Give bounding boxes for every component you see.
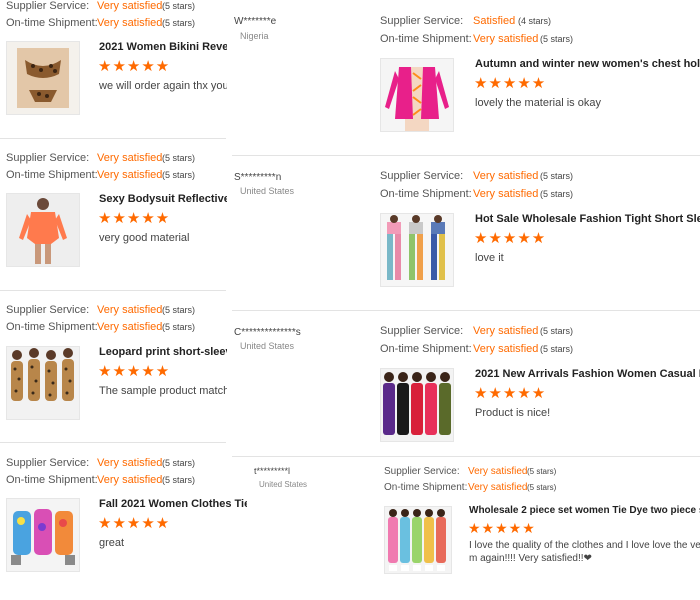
supplier-service-rating: Very satisfied [97,304,163,316]
supplier-service-rating: Very satisfied [97,457,163,469]
supplier-service-rating: Satisfied [473,15,516,27]
review-comment: I love the quality of the clothes and I … [469,540,700,551]
on-time-shipment-label: On-time Shipment: [6,169,98,181]
review-comment: we will order again thx you [99,80,227,92]
on-time-shipment-rating: Very satisfied [473,343,539,355]
supplier-service-label: Supplier Service: [6,457,90,469]
review-comment: lovely the material is okay [475,97,601,109]
reviewer-name: S*********n [234,172,282,183]
star-icon: ★★★★★ [98,515,171,532]
supplier-service-stars: (5 stars) [162,1,196,11]
on-time-shipment-label: On-time Shipment: [380,188,472,200]
star-icon: ★★★★★ [468,520,536,536]
reviewer-country: United States [259,480,308,489]
supplier-service-rating: Very satisfied [97,0,163,12]
star-icon: ★★★★★ [474,75,547,92]
product-title-link[interactable]: Leopard print short-sleeved d [99,346,227,358]
star-icon: ★★★★★ [474,385,547,402]
reviewer-name: t*********l [254,466,291,476]
review-divider [232,456,700,457]
on-time-shipment-label: On-time Shipment: [6,17,98,29]
star-icon: ★★★★★ [474,230,547,247]
supplier-service-rating: Very satisfied [468,466,528,477]
review-divider [0,442,226,443]
review-comment: The sample product matched [99,385,227,397]
product-thumbnail[interactable] [6,498,80,572]
supplier-service-label: Supplier Service: [380,170,464,182]
on-time-shipment-label: On-time Shipment: [6,321,98,333]
review-comment: love it [475,252,504,264]
on-time-shipment-label: On-time Shipment: [380,343,472,355]
on-time-shipment-stars: (5 stars) [540,34,574,44]
on-time-shipment-label: On-time Shipment: [380,33,472,45]
reviewer-name: W*******e [234,16,277,27]
on-time-shipment-label: On-time Shipment: [384,482,468,493]
supplier-service-label: Supplier Service: [384,466,460,477]
review-comment: great [99,537,125,549]
product-title-link[interactable]: 2021 New Arrivals Fashion Women Casual F… [475,368,700,380]
review-comment: very good material [99,232,190,244]
review-comment-continued: m again!!!! Very satisfied!!❤ [469,553,592,564]
on-time-shipment-stars: (5 stars) [162,475,196,485]
reviewer-country: Nigeria [240,31,269,41]
product-thumbnail[interactable] [6,41,80,115]
reviewer-name: C**************s [234,327,301,338]
product-title-link[interactable]: Fall 2021 Women Clothes Tie Dye [99,498,247,510]
on-time-shipment-stars: (5 stars) [540,189,574,199]
on-time-shipment-stars: (5 stars) [162,170,196,180]
star-icon: ★★★★★ [98,363,171,380]
review-divider [0,138,226,139]
supplier-service-stars: (5 stars) [162,458,196,468]
on-time-shipment-stars: (5 stars) [162,322,196,332]
product-thumbnail[interactable] [384,506,452,574]
on-time-shipment-stars: (5 stars) [540,344,574,354]
review-divider [232,155,700,156]
product-thumbnail[interactable] [380,213,454,287]
supplier-service-stars: (5 stars) [162,305,196,315]
product-thumbnail[interactable] [6,346,80,420]
on-time-shipment-label: On-time Shipment: [6,474,98,486]
product-title-link[interactable]: Wholesale 2 piece set women Tie Dye two … [469,505,700,516]
supplier-service-stars: (5 stars) [527,467,557,476]
supplier-service-label: Supplier Service: [6,304,90,316]
on-time-shipment-rating: Very satisfied [97,169,163,181]
on-time-shipment-rating: Very satisfied [97,474,163,486]
review-divider [0,290,226,291]
on-time-shipment-stars: (5 stars) [162,18,196,28]
reviewer-country: United States [240,186,295,196]
product-title-link[interactable]: Sexy Bodysuit Reflective Lett [99,193,227,205]
supplier-service-stars: (5 stars) [540,171,574,181]
product-thumbnail[interactable] [6,193,80,267]
product-title-link[interactable]: 2021 Women Bikini Reversible [99,41,227,53]
star-icon: ★★★★★ [98,210,171,227]
on-time-shipment-rating: Very satisfied [473,188,539,200]
product-thumbnail[interactable] [380,58,454,132]
product-title-link[interactable]: Autumn and winter new women's chest holl… [475,58,700,70]
review-divider [232,310,700,311]
supplier-service-rating: Very satisfied [473,170,539,182]
supplier-service-stars: (4 stars) [518,16,552,26]
reviewer-country: United States [240,341,295,351]
star-icon: ★★★★★ [98,58,171,75]
on-time-shipment-rating: Very satisfied [473,33,539,45]
supplier-service-label: Supplier Service: [6,152,90,164]
supplier-service-rating: Very satisfied [473,325,539,337]
product-thumbnail[interactable] [380,368,454,442]
on-time-shipment-rating: Very satisfied [97,17,163,29]
on-time-shipment-rating: Very satisfied [468,482,528,493]
supplier-service-label: Supplier Service: [6,0,90,12]
review-comment: Product is nice! [475,407,551,419]
product-title-link[interactable]: Hot Sale Wholesale Fashion Tight Short S… [475,213,700,225]
supplier-service-label: Supplier Service: [380,15,464,27]
supplier-service-stars: (5 stars) [540,326,574,336]
supplier-service-stars: (5 stars) [162,153,196,163]
supplier-service-label: Supplier Service: [380,325,464,337]
on-time-shipment-rating: Very satisfied [97,321,163,333]
supplier-service-rating: Very satisfied [97,152,163,164]
on-time-shipment-stars: (5 stars) [527,483,557,492]
